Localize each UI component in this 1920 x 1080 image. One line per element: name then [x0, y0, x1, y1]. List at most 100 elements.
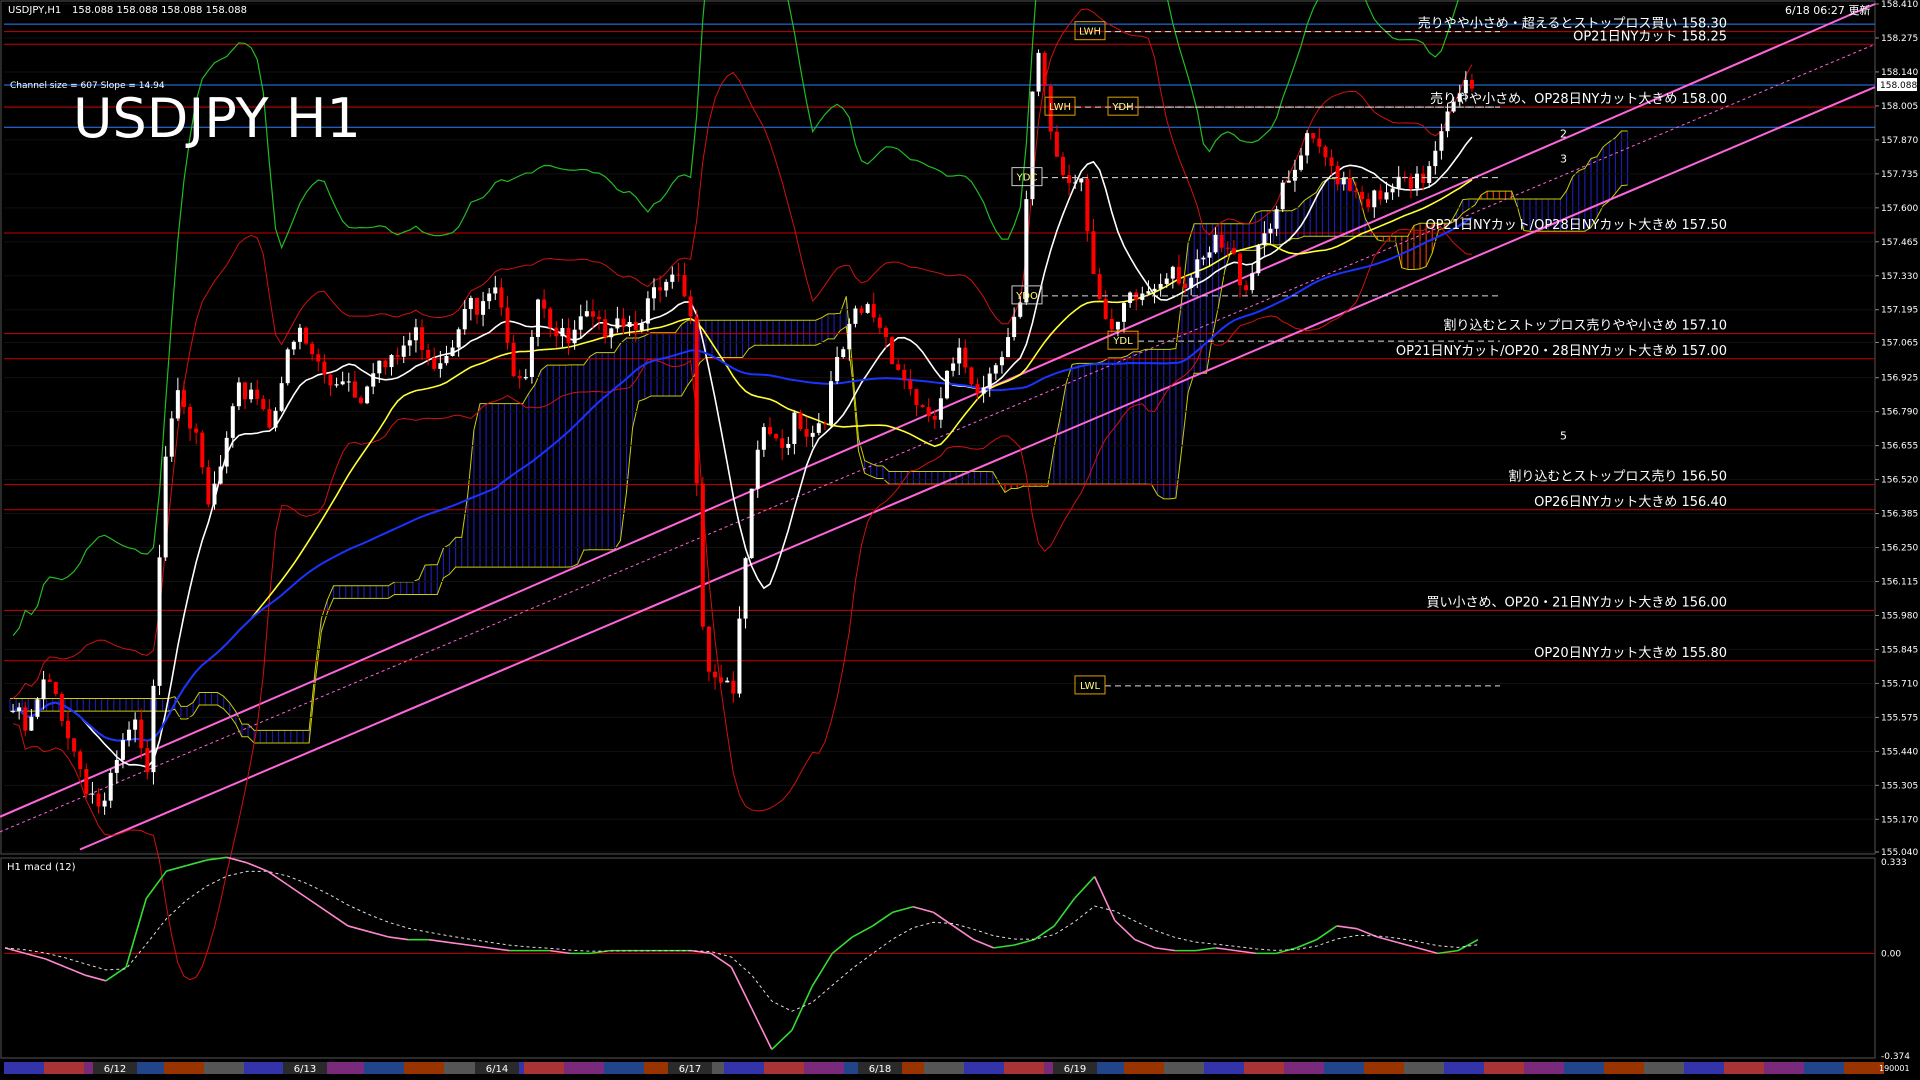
candle-body: [236, 382, 241, 407]
candle-body: [1469, 80, 1474, 89]
candle-body: [871, 304, 876, 318]
candle-body: [474, 297, 479, 315]
candle-body: [792, 412, 797, 445]
date-strip-block: [4, 1062, 44, 1074]
candle-body: [877, 317, 882, 328]
candle-body: [401, 345, 406, 357]
candle-body: [352, 381, 357, 398]
candle-body: [1115, 321, 1120, 330]
candle-body: [517, 376, 522, 379]
candle-body: [267, 409, 272, 428]
candle-body: [548, 308, 553, 328]
candle-body: [371, 373, 376, 387]
candle-body: [139, 719, 144, 749]
axis-tick-label: 157.465: [1881, 238, 1918, 248]
candle-body: [1195, 259, 1200, 278]
candle-body: [798, 412, 803, 430]
candle-body: [304, 327, 309, 344]
candle-body: [938, 398, 943, 420]
date-strip-block: [1244, 1062, 1284, 1074]
date-strip-block: [324, 1062, 364, 1074]
date-strip-block: [524, 1062, 564, 1074]
candle-body: [902, 369, 907, 381]
candle-body: [249, 389, 254, 400]
candle-body: [1128, 292, 1133, 303]
candle-body: [84, 769, 89, 795]
candle-body: [1390, 188, 1395, 193]
candle-body: [1170, 266, 1175, 279]
candle-body: [615, 318, 620, 329]
candle-body: [1378, 190, 1383, 200]
date-strip-block: [1204, 1062, 1244, 1074]
candle-body: [273, 410, 278, 428]
candle-body: [597, 316, 602, 320]
candle-body: [603, 319, 608, 338]
candle-body: [358, 397, 363, 404]
candle-body: [658, 287, 663, 291]
candle-body: [993, 365, 998, 374]
date-label: 6/13: [294, 1064, 316, 1075]
candle-body: [853, 308, 858, 324]
candle-body: [1006, 337, 1011, 358]
axis-tick-label: 156.520: [1881, 476, 1918, 486]
candle-body: [1012, 316, 1017, 338]
candle-body: [1060, 156, 1065, 176]
candle-body: [1207, 252, 1212, 258]
axis-tick-label: 155.040: [1881, 848, 1918, 858]
candle-body: [883, 327, 888, 338]
header-prices: 158.088 158.088 158.088 158.088: [72, 5, 247, 16]
candle-body: [1299, 155, 1304, 170]
level-label: OP21日NYカット 158.25: [1573, 29, 1727, 44]
candle-body: [1445, 111, 1450, 132]
candle-body: [334, 384, 339, 386]
axis-tick-label: 157.870: [1881, 136, 1918, 146]
candle-body: [1176, 266, 1181, 284]
candle-body: [761, 427, 766, 450]
candle-body: [706, 626, 711, 672]
candle-body: [914, 389, 919, 406]
price-chart[interactable]: LWHLWH YDHYDCYDOYDLLWL235 売りやや小さめ・超えるとストッ…: [0, 0, 1920, 1080]
candle-body: [426, 349, 431, 358]
date-strip-block: [804, 1062, 844, 1074]
axis-tick-label: 156.250: [1881, 544, 1918, 554]
date-strip-block: [1844, 1062, 1884, 1074]
candle-body: [700, 483, 705, 627]
macd-title: H1 macd (12): [7, 862, 76, 873]
candle-body: [987, 373, 992, 388]
candle-body: [523, 376, 528, 379]
date-strip-block: [564, 1062, 604, 1074]
candle-body: [816, 423, 821, 433]
axis-tick-label: 155.440: [1881, 747, 1918, 757]
candle-body: [694, 316, 699, 484]
candle-body: [1372, 190, 1377, 208]
candle-body: [1335, 165, 1340, 185]
candle-body: [1433, 150, 1438, 167]
candle-body: [444, 355, 449, 364]
candle-body: [1158, 283, 1163, 289]
date-strip-block: [244, 1062, 284, 1074]
candle-body: [200, 432, 205, 468]
candle-body: [847, 323, 852, 350]
candle-body: [377, 360, 382, 374]
axis-tick-label: 156.925: [1881, 374, 1918, 384]
candle-body: [609, 328, 614, 338]
candle-body: [1183, 283, 1188, 289]
candle-body: [1237, 253, 1242, 286]
candle-body: [572, 329, 577, 344]
candle-body: [1384, 192, 1389, 200]
axis-tick-label: 158.275: [1881, 34, 1918, 44]
candle-body: [755, 449, 760, 489]
candle-body: [578, 316, 583, 330]
candle-body: [542, 299, 547, 309]
axis-tick-label: 158.410: [1881, 0, 1918, 10]
date-strip-block: [1364, 1062, 1404, 1074]
candle-body: [1079, 178, 1084, 183]
candle-body: [1323, 146, 1328, 158]
candle-body: [316, 354, 321, 362]
date-strip-block: [1484, 1062, 1524, 1074]
candle-body: [865, 304, 870, 313]
candle-body: [41, 679, 46, 700]
candle-body: [645, 298, 650, 324]
date-strip-block: [404, 1062, 444, 1074]
date-strip-block: [964, 1062, 1004, 1074]
